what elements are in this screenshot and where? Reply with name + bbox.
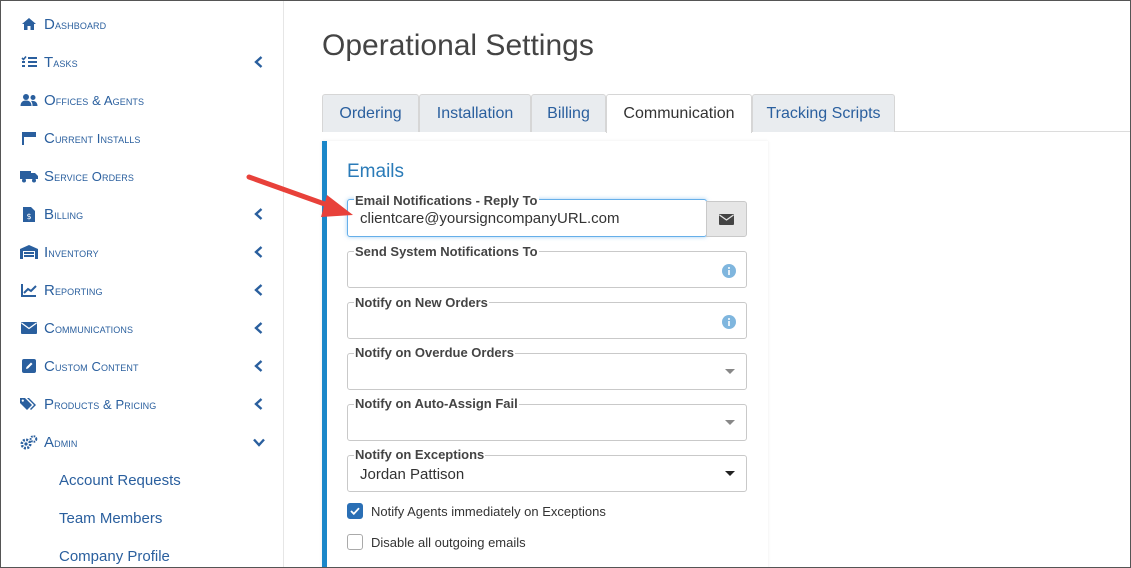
sidebar-item-products-pricing[interactable]: Products & Pricing bbox=[19, 389, 274, 419]
chevron-left-icon[interactable] bbox=[252, 245, 266, 259]
reply-to-label: Email Notifications - Reply To bbox=[354, 193, 539, 208]
sidebar-item-offices-agents[interactable]: Offices & Agents bbox=[19, 85, 274, 115]
warehouse-icon bbox=[19, 244, 39, 260]
truck-icon bbox=[19, 168, 39, 184]
tab-tracking-scripts[interactable]: Tracking Scripts bbox=[752, 94, 895, 132]
chevron-left-icon[interactable] bbox=[252, 359, 266, 373]
info-icon[interactable] bbox=[722, 264, 736, 278]
tasks-icon bbox=[19, 54, 39, 70]
disable-outgoing-label: Disable all outgoing emails bbox=[371, 534, 526, 550]
sidebar-item-custom-content[interactable]: Custom Content bbox=[19, 351, 274, 381]
envelope-icon bbox=[19, 320, 39, 336]
sidebar-subitem-company-profile[interactable]: Company Profile bbox=[59, 548, 170, 565]
system-notifications-label: Send System Notifications To bbox=[354, 244, 539, 259]
checkmark-icon bbox=[350, 507, 360, 515]
disable-outgoing-checkbox[interactable] bbox=[347, 534, 363, 550]
sidebar-item-label: Billing bbox=[44, 205, 84, 223]
users-icon bbox=[19, 92, 39, 108]
sidebar-item-label: Current Installs bbox=[44, 129, 141, 147]
sidebar-item-label: Custom Content bbox=[44, 357, 139, 375]
overdue-orders-label: Notify on Overdue Orders bbox=[354, 345, 515, 360]
notify-agents-checkbox-row[interactable]: Notify Agents immediately on Exceptions bbox=[347, 502, 606, 520]
sidebar-item-label: Reporting bbox=[44, 281, 103, 299]
flag-icon bbox=[19, 130, 39, 146]
envelope-icon bbox=[719, 213, 734, 225]
notify-agents-checkbox[interactable] bbox=[347, 503, 363, 519]
sidebar: Dashboard Tasks Offices & Agents Current… bbox=[1, 1, 284, 567]
sidebar-subitem-team-members[interactable]: Team Members bbox=[59, 510, 162, 527]
sidebar-item-communications[interactable]: Communications bbox=[19, 313, 274, 343]
tags-icon bbox=[19, 396, 39, 412]
sidebar-item-inventory[interactable]: Inventory bbox=[19, 237, 274, 267]
page-title: Operational Settings bbox=[322, 29, 594, 62]
app-window: Dashboard Tasks Offices & Agents Current… bbox=[0, 0, 1131, 568]
sidebar-item-label: Tasks bbox=[44, 53, 78, 71]
info-icon[interactable] bbox=[722, 315, 736, 329]
annotation-arrow-icon bbox=[246, 174, 353, 217]
home-icon bbox=[19, 16, 39, 32]
tab-installation[interactable]: Installation bbox=[419, 94, 531, 132]
chevron-left-icon[interactable] bbox=[252, 321, 266, 335]
sidebar-item-service-orders[interactable]: Service Orders bbox=[19, 161, 274, 191]
disable-outgoing-checkbox-row[interactable]: Disable all outgoing emails bbox=[347, 533, 526, 551]
sidebar-item-dashboard[interactable]: Dashboard bbox=[19, 9, 274, 39]
sidebar-item-label: Service Orders bbox=[44, 167, 134, 185]
sidebar-item-label: Communications bbox=[44, 319, 134, 337]
sidebar-item-label: Dashboard bbox=[44, 15, 107, 33]
invoice-icon: $ bbox=[19, 206, 39, 222]
caret-down-icon bbox=[725, 471, 735, 476]
sidebar-item-label: Inventory bbox=[44, 243, 99, 261]
caret-down-icon bbox=[725, 420, 735, 425]
sidebar-item-reporting[interactable]: Reporting bbox=[19, 275, 274, 305]
chevron-left-icon[interactable] bbox=[252, 283, 266, 297]
new-orders-label: Notify on New Orders bbox=[354, 295, 489, 310]
sidebar-item-billing[interactable]: $ Billing bbox=[19, 199, 274, 229]
sidebar-item-current-installs[interactable]: Current Installs bbox=[19, 123, 274, 153]
chevron-down-icon[interactable] bbox=[252, 435, 266, 449]
sidebar-item-label: Products & Pricing bbox=[44, 395, 157, 413]
exceptions-label: Notify on Exceptions bbox=[354, 447, 486, 462]
auto-assign-fail-label: Notify on Auto-Assign Fail bbox=[354, 396, 519, 411]
svg-text:$: $ bbox=[27, 212, 32, 221]
sidebar-item-admin[interactable]: Admin bbox=[19, 427, 274, 457]
caret-down-icon bbox=[725, 369, 735, 374]
sidebar-item-label: Offices & Agents bbox=[44, 91, 145, 109]
tab-billing[interactable]: Billing bbox=[531, 94, 606, 132]
chevron-left-icon[interactable] bbox=[252, 55, 266, 69]
chevron-left-icon[interactable] bbox=[252, 397, 266, 411]
exceptions-value: Jordan Pattison bbox=[360, 466, 465, 483]
reply-to-email-value: clientcare@yoursigncompanyURL.com bbox=[360, 210, 620, 227]
sidebar-item-tasks[interactable]: Tasks bbox=[19, 47, 274, 77]
sidebar-subitem-account-requests[interactable]: Account Requests bbox=[59, 472, 181, 489]
chart-line-icon bbox=[19, 282, 39, 298]
tab-ordering[interactable]: Ordering bbox=[322, 94, 419, 132]
sidebar-item-label: Admin bbox=[44, 433, 78, 451]
tab-communication[interactable]: Communication bbox=[606, 94, 752, 133]
edit-icon bbox=[19, 358, 39, 374]
cogs-icon bbox=[19, 434, 39, 450]
notify-agents-label: Notify Agents immediately on Exceptions bbox=[371, 503, 606, 519]
send-test-email-button[interactable] bbox=[706, 201, 747, 237]
